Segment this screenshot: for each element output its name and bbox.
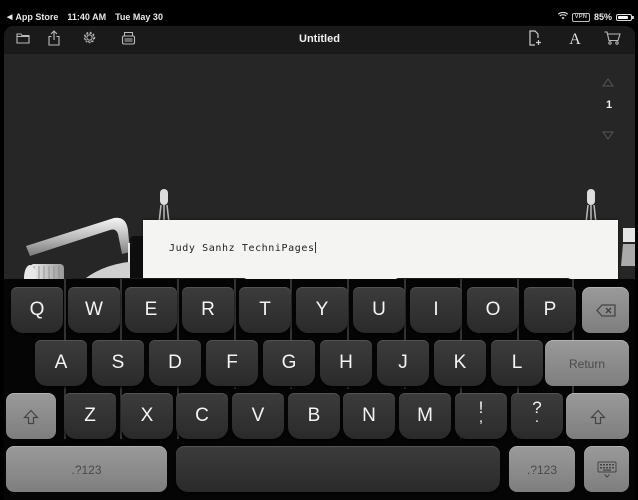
key-i[interactable]: I bbox=[410, 287, 462, 333]
paper-bail-left-icon bbox=[158, 189, 170, 223]
battery-percent: 85% bbox=[593, 12, 612, 22]
space-bar[interactable] bbox=[176, 446, 500, 492]
key-z[interactable]: Z bbox=[64, 393, 116, 439]
key-l[interactable]: L bbox=[491, 340, 543, 386]
key-o[interactable]: O bbox=[467, 287, 519, 333]
key-t[interactable]: T bbox=[239, 287, 291, 333]
keyboard-dismiss-icon bbox=[597, 461, 616, 478]
typed-text-content: Judy Sanhz TechniPages bbox=[169, 243, 315, 254]
font-button[interactable]: A bbox=[565, 30, 585, 50]
wifi-icon bbox=[557, 11, 568, 22]
key-r[interactable]: R bbox=[182, 287, 234, 333]
key-a[interactable]: A bbox=[35, 340, 87, 386]
key-d[interactable]: D bbox=[149, 340, 201, 386]
key-x[interactable]: X bbox=[121, 393, 173, 439]
key-exclamation-comma[interactable]: ! , bbox=[455, 393, 507, 439]
key-period-label: . bbox=[534, 409, 540, 426]
folder-icon bbox=[16, 31, 30, 49]
typed-text[interactable]: Judy Sanhz TechniPages bbox=[169, 242, 316, 254]
vpn-badge: VPN bbox=[571, 12, 590, 22]
key-k[interactable]: K bbox=[434, 340, 486, 386]
folder-button[interactable] bbox=[13, 30, 33, 50]
new-page-icon bbox=[528, 29, 542, 51]
dismiss-keyboard-key[interactable] bbox=[584, 446, 629, 492]
text-cursor bbox=[314, 242, 316, 253]
key-s[interactable]: S bbox=[92, 340, 144, 386]
back-arrow-icon: ◀ bbox=[7, 14, 13, 21]
key-y[interactable]: Y bbox=[296, 287, 348, 333]
paper-bail-right-icon bbox=[585, 189, 597, 223]
backspace-key[interactable] bbox=[582, 287, 629, 333]
cart-icon bbox=[604, 30, 621, 50]
document-title[interactable]: Untitled bbox=[299, 33, 340, 45]
key-p[interactable]: P bbox=[524, 287, 576, 333]
key-c[interactable]: C bbox=[176, 393, 228, 439]
delete-backward-icon bbox=[595, 304, 616, 317]
battery-fill bbox=[618, 15, 629, 19]
typewriter-keyboard: Q W E R T Y U I O P A S D F G H J K L Re… bbox=[4, 279, 635, 500]
numbers-key-left[interactable]: .?123 bbox=[6, 446, 167, 492]
key-m[interactable]: M bbox=[399, 393, 451, 439]
font-icon: A bbox=[569, 31, 581, 48]
shift-arrow-icon bbox=[23, 409, 39, 424]
key-b[interactable]: B bbox=[288, 393, 340, 439]
key-v[interactable]: V bbox=[232, 393, 284, 439]
back-to-app-link[interactable]: ◀ App Store bbox=[7, 12, 58, 22]
key-e[interactable]: E bbox=[125, 287, 177, 333]
return-key[interactable]: Return bbox=[545, 340, 629, 386]
key-h[interactable]: H bbox=[320, 340, 372, 386]
key-u[interactable]: U bbox=[353, 287, 405, 333]
key-w[interactable]: W bbox=[68, 287, 120, 333]
carriage-lever-icon[interactable] bbox=[14, 208, 149, 288]
shift-key-right[interactable] bbox=[566, 393, 629, 439]
triangle-down-icon bbox=[602, 131, 614, 140]
carriage-knob-right-icon[interactable] bbox=[621, 226, 635, 266]
settings-gear-icon bbox=[82, 30, 97, 50]
page-down-button[interactable] bbox=[602, 127, 614, 145]
toolbar: Untitled A bbox=[4, 26, 635, 54]
status-date: Tue May 30 bbox=[115, 12, 163, 22]
shift-arrow-icon bbox=[589, 409, 606, 424]
paper-sheet[interactable]: Judy Sanhz TechniPages bbox=[143, 220, 618, 318]
key-n[interactable]: N bbox=[343, 393, 395, 439]
typewriter-archive-icon bbox=[121, 31, 136, 50]
key-comma-label: , bbox=[478, 409, 484, 426]
key-question-period[interactable]: ? . bbox=[511, 393, 563, 439]
share-icon bbox=[47, 29, 61, 51]
numbers-key-right[interactable]: .?123 bbox=[509, 446, 575, 492]
key-f[interactable]: F bbox=[206, 340, 258, 386]
triangle-up-icon bbox=[602, 78, 614, 87]
new-page-button[interactable] bbox=[525, 29, 545, 51]
status-time: 11:40 AM bbox=[67, 12, 107, 22]
key-j[interactable]: J bbox=[377, 340, 429, 386]
share-button[interactable] bbox=[44, 29, 64, 51]
back-app-label: App Store bbox=[15, 12, 59, 22]
page-up-button[interactable] bbox=[602, 74, 614, 92]
key-q[interactable]: Q bbox=[11, 287, 63, 333]
key-g[interactable]: G bbox=[263, 340, 315, 386]
status-bar: ◀ App Store 11:40 AM Tue May 30 VPN 85% bbox=[0, 0, 638, 26]
store-button[interactable] bbox=[602, 30, 622, 50]
typewriter-archive-button[interactable] bbox=[118, 30, 138, 50]
app-window: Untitled A 1 Judy Sanhz TechniPages Q W … bbox=[4, 26, 635, 500]
battery-icon bbox=[616, 13, 634, 21]
shift-key-left[interactable] bbox=[6, 393, 56, 439]
settings-button[interactable] bbox=[79, 30, 99, 50]
current-page-number: 1 bbox=[605, 99, 613, 111]
